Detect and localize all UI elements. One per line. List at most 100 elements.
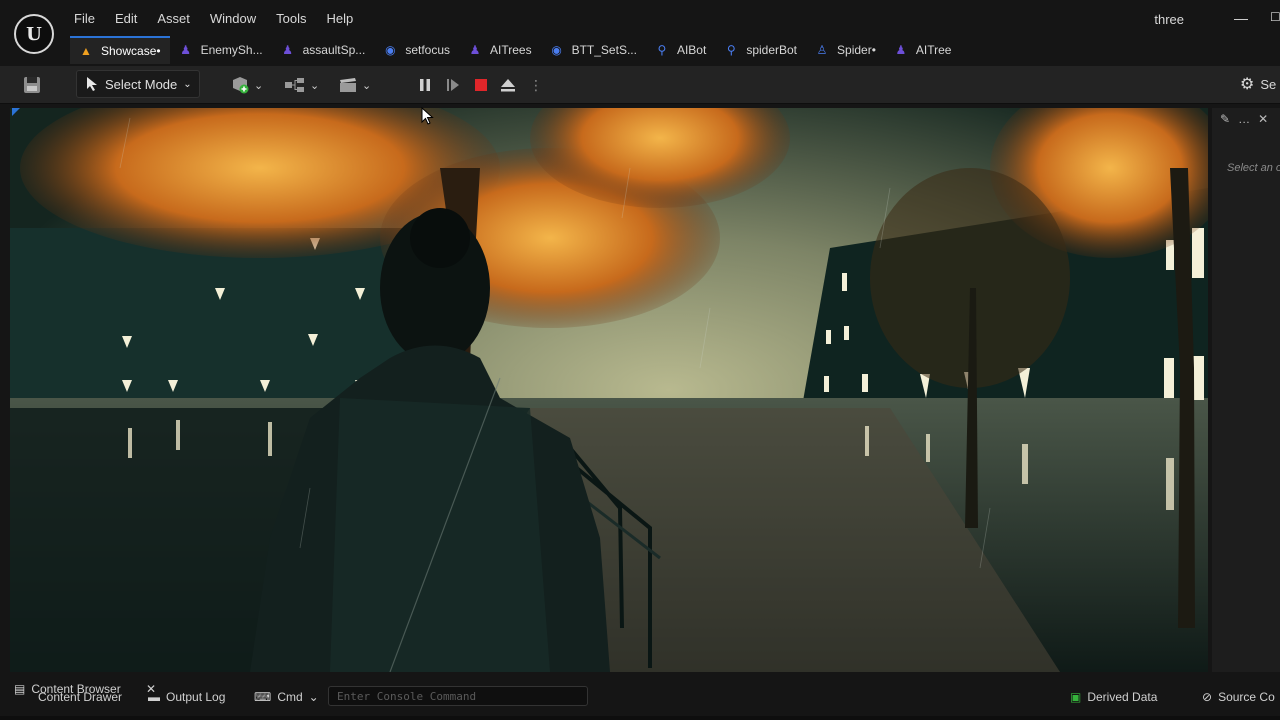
tab-label: EnemySh... xyxy=(200,43,263,57)
tab-aitrees[interactable]: ♟ AITrees xyxy=(459,36,541,64)
save-icon[interactable] xyxy=(22,75,42,95)
select-mode-dropdown[interactable]: Select Mode ⌄ xyxy=(76,70,200,98)
stop-button[interactable] xyxy=(470,74,492,96)
unreal-logo-icon[interactable]: U xyxy=(14,14,54,54)
menu-tools[interactable]: Tools xyxy=(266,8,316,30)
cinematics-dropdown[interactable]: ⌄ xyxy=(338,74,371,96)
tab-spider[interactable]: ♙ Spider• xyxy=(806,36,885,64)
pencil-icon[interactable]: ✎ xyxy=(1220,112,1230,126)
menu-file[interactable]: File xyxy=(64,8,105,30)
mouse-cursor-icon xyxy=(421,107,434,125)
cmd-dropdown[interactable]: ⌨ Cmd ⌄ xyxy=(254,690,319,704)
blueprint-nodes-icon xyxy=(285,78,304,92)
cmd-label: Cmd xyxy=(277,690,303,704)
viewport-render xyxy=(10,108,1208,672)
behavior-tree-task-icon: ◉ xyxy=(551,43,562,57)
terminal-icon: ⌨ xyxy=(254,690,272,704)
tab-label: spiderBot xyxy=(746,43,798,57)
tab-label: setfocus xyxy=(405,43,451,57)
source-control-button[interactable]: ⊘ Source Co xyxy=(1202,690,1275,704)
settings-label: Se xyxy=(1260,76,1277,92)
tab-enemysh[interactable]: ♟ EnemySh... xyxy=(170,36,272,64)
tab-label: AIBot xyxy=(676,43,707,57)
chevron-down-icon: ⌄ xyxy=(308,690,319,704)
status-divider xyxy=(0,716,1280,720)
eject-icon xyxy=(501,79,515,92)
content-drawer-button[interactable]: Content Drawer xyxy=(38,690,122,704)
derived-data-button[interactable]: ▣ Derived Data xyxy=(1070,690,1157,704)
blueprint-icon: ♟ xyxy=(469,43,481,57)
level-viewport[interactable] xyxy=(10,108,1208,672)
tab-label: assaultSp... xyxy=(302,43,366,57)
play-options-button[interactable]: ⋮ xyxy=(525,74,547,96)
select-mode-label: Select Mode xyxy=(105,76,178,92)
content-browser-icon: ▤ xyxy=(14,682,26,696)
blueprint-icon: ♟ xyxy=(282,43,293,57)
output-log-label: Output Log xyxy=(166,690,226,704)
maximize-button[interactable]: ☐ xyxy=(1270,10,1280,26)
tab-spiderbot[interactable]: ⚲ spiderBot xyxy=(715,36,806,64)
more-vertical-icon: ⋮ xyxy=(529,76,543,93)
clapperboard-icon xyxy=(340,78,356,92)
stop-icon xyxy=(475,79,487,91)
tab-assaultsp[interactable]: ♟ assaultSp... xyxy=(272,36,375,64)
frame-skip-button[interactable] xyxy=(442,74,464,96)
close-icon[interactable]: ✕ xyxy=(1258,112,1268,126)
details-empty-hint: Select an o xyxy=(1227,162,1280,174)
details-panel: ✎ … ✕ Select an o xyxy=(1212,108,1280,672)
logo-text: U xyxy=(26,23,42,45)
behavior-tree-task-icon: ◉ xyxy=(385,43,396,57)
character-icon: ♙ xyxy=(816,43,828,57)
ellipsis-icon[interactable]: … xyxy=(1238,112,1250,126)
menu-help[interactable]: Help xyxy=(316,8,363,30)
tab-label: AITrees xyxy=(490,43,532,57)
tab-label: Showcase• xyxy=(101,44,161,58)
source-control-icon: ⊘ xyxy=(1202,690,1213,704)
add-actor-icon xyxy=(233,77,249,94)
tab-setfocus[interactable]: ◉ setfocus xyxy=(374,36,459,64)
derived-data-icon: ▣ xyxy=(1070,690,1082,704)
pause-button[interactable] xyxy=(414,74,436,96)
chevron-down-icon: ⌄ xyxy=(183,78,192,90)
ai-controller-icon: ⚲ xyxy=(657,43,667,57)
menu-asset[interactable]: Asset xyxy=(147,8,200,30)
output-log-button[interactable]: ▬ Output Log xyxy=(148,690,225,704)
details-panel-header: ✎ … ✕ xyxy=(1212,108,1280,130)
step-forward-icon xyxy=(447,79,459,91)
project-name: three xyxy=(1154,12,1184,27)
output-log-icon: ▬ xyxy=(148,690,160,704)
tab-label: BTT_SetS... xyxy=(571,43,637,57)
derived-data-label: Derived Data xyxy=(1087,690,1158,704)
viewport-corner-icon xyxy=(12,108,20,116)
title-bar: U File Edit Asset Window Tools Help thre… xyxy=(0,0,1280,66)
chevron-down-icon: ⌄ xyxy=(362,79,372,92)
level-icon: ▲ xyxy=(80,44,92,58)
tab-aitree[interactable]: ♟ AITree xyxy=(885,36,961,64)
cursor-arrow-icon xyxy=(87,77,97,91)
tab-label: Spider• xyxy=(837,43,876,57)
main-toolbar: Select Mode ⌄ ⌄ ⌄ ⌄ ⋮ ⚙ Se xyxy=(0,66,1280,104)
ai-controller-icon: ⚲ xyxy=(726,43,736,57)
gear-icon: ⚙ xyxy=(1240,76,1255,93)
add-actor-dropdown[interactable]: ⌄ xyxy=(230,74,263,96)
pause-icon xyxy=(420,79,430,91)
blueprint-icon: ♟ xyxy=(895,43,907,57)
console-command-input[interactable] xyxy=(328,686,588,706)
document-tabs: ▲ Showcase• ♟ EnemySh... ♟ assaultSp... … xyxy=(70,36,960,64)
blueprints-dropdown[interactable]: ⌄ xyxy=(284,74,319,96)
chevron-down-icon: ⌄ xyxy=(254,79,264,92)
chevron-down-icon: ⌄ xyxy=(310,79,320,92)
blueprint-icon: ♟ xyxy=(180,43,191,57)
source-control-label: Source Co xyxy=(1218,690,1275,704)
settings-button[interactable]: ⚙ Se xyxy=(1240,74,1276,94)
status-bar: ▤ Content Browser Content Drawer ✕ ▬ Out… xyxy=(0,676,1280,720)
eject-button[interactable] xyxy=(497,74,519,96)
tab-label: AITree xyxy=(915,43,952,57)
minimize-button[interactable]: — xyxy=(1234,10,1248,26)
tab-aibot[interactable]: ⚲ AIBot xyxy=(646,36,715,64)
menu-bar: File Edit Asset Window Tools Help xyxy=(64,8,363,30)
tab-btt-sets[interactable]: ◉ BTT_SetS... xyxy=(541,36,646,64)
menu-window[interactable]: Window xyxy=(200,8,266,30)
menu-edit[interactable]: Edit xyxy=(105,8,147,30)
tab-showcase[interactable]: ▲ Showcase• xyxy=(70,36,170,64)
